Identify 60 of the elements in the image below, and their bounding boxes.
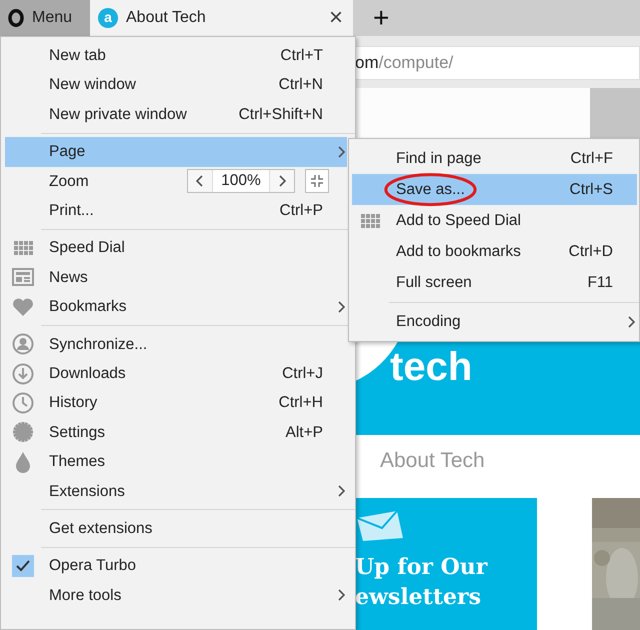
menu-item[interactable]: Full screen F11 xyxy=(352,267,637,298)
shortcut-text: Ctrl+Shift+N xyxy=(238,104,323,125)
new-tab-button[interactable]: + xyxy=(369,4,394,32)
grid-icon xyxy=(360,214,380,228)
drop-icon xyxy=(14,450,32,473)
menu-item[interactable]: Speed Dial xyxy=(5,233,347,263)
menu-item[interactable]: Themes xyxy=(5,447,347,476)
menu-item[interactable]: Print... Ctrl+P xyxy=(5,196,347,226)
download-icon xyxy=(12,362,34,385)
fullscreen-button[interactable] xyxy=(305,169,329,194)
menu-item[interactable]: Add to Speed Dial xyxy=(352,205,637,236)
close-tab-button[interactable]: × xyxy=(326,6,345,30)
banner-logo-text: tech xyxy=(390,345,472,389)
shortcut-text: Ctrl+D xyxy=(568,242,613,262)
shortcut-text: Ctrl+H xyxy=(278,393,323,414)
chevron-left-icon xyxy=(196,175,204,188)
shortcut-text: Ctrl+S xyxy=(570,180,613,200)
zoom-in-button[interactable] xyxy=(270,170,294,192)
menu-item[interactable]: Settings Alt+P xyxy=(5,418,347,448)
settings-icon xyxy=(12,421,34,444)
shortcut-text: Ctrl+F xyxy=(570,148,613,169)
menu-item[interactable]: Extensions xyxy=(5,476,347,506)
menu-item[interactable]: Page xyxy=(5,137,347,167)
menu-item[interactable]: History Ctrl+H xyxy=(5,388,347,418)
zoom-out-button[interactable] xyxy=(188,170,212,192)
opera-logo-icon xyxy=(8,9,24,27)
site-favicon-icon: a xyxy=(98,8,118,28)
clock-icon xyxy=(12,392,34,414)
menu-item[interactable]: Save as... Ctrl+S xyxy=(352,174,637,205)
menu-item[interactable]: Find in page Ctrl+F xyxy=(352,143,637,174)
menu-item[interactable]: Opera Turbo xyxy=(5,551,347,581)
fullscreen-icon xyxy=(311,175,323,188)
zoom-row: Zoom 100% xyxy=(5,166,347,196)
shortcut-text: Alt+P xyxy=(286,422,323,443)
shortcut-text: F11 xyxy=(587,272,613,293)
menu-item[interactable]: More tools xyxy=(5,580,347,610)
grid-icon xyxy=(14,241,32,256)
menu-item[interactable]: Synchronize... xyxy=(5,330,347,359)
chevron-right-icon xyxy=(278,175,286,188)
menu-item[interactable]: News xyxy=(5,262,347,292)
tab-title: About Tech xyxy=(126,8,206,28)
shortcut-text: Ctrl+N xyxy=(278,75,323,96)
heart-icon xyxy=(12,296,34,317)
shortcut-text: Ctrl+T xyxy=(280,46,323,66)
newsletter-title: Up for Our xyxy=(355,553,488,582)
newspaper-icon xyxy=(12,268,34,286)
page-heading: About Tech xyxy=(380,449,485,472)
envelope-icon xyxy=(355,510,405,542)
user-icon xyxy=(12,333,34,356)
newsletter-title: ewsletters xyxy=(355,583,482,612)
shortcut-text: Ctrl+P xyxy=(280,201,323,222)
menu-item[interactable]: Bookmarks xyxy=(5,292,347,322)
menu-item[interactable]: New private window Ctrl+Shift+N xyxy=(5,100,347,130)
browser-tab[interactable]: a About Tech × xyxy=(90,0,353,36)
menu-button[interactable]: Menu xyxy=(0,0,90,36)
menu-item[interactable]: Downloads Ctrl+J xyxy=(5,358,347,388)
shortcut-text: Ctrl+J xyxy=(282,364,323,384)
menu-item[interactable]: Add to bookmarks Ctrl+D xyxy=(352,236,637,267)
menu-item[interactable]: Get extensions xyxy=(5,514,347,544)
menu-item[interactable]: Encoding xyxy=(352,306,637,337)
